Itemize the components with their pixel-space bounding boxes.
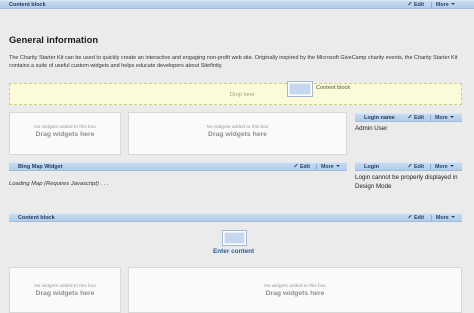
empty-zone-hint: No widgets added to this box (206, 125, 269, 130)
drop-here-label: Drop here (230, 92, 255, 98)
bing-map-loading-text: Loading Map (Requires Javascript) . . . (9, 181, 109, 187)
bing-map-edit-button[interactable]: Edit (294, 163, 310, 171)
edit-label: Edit (414, 164, 425, 170)
login-widget-header[interactable]: Login Edit More (355, 162, 462, 171)
more-label: More (436, 215, 449, 221)
login-name-more-button[interactable]: More (435, 114, 454, 122)
widget-thumbnail-icon (290, 84, 310, 94)
widget-drag-thumbnail[interactable] (287, 81, 313, 97)
content-block-bottom-more-button[interactable]: More (436, 214, 455, 222)
empty-widget-zone-center-2[interactable]: No widgets added to this box Drag widget… (128, 267, 462, 313)
content-block-top-header[interactable]: Content block Edit More (0, 0, 474, 9)
chevron-down-icon (449, 164, 454, 167)
toolbar-separator (430, 164, 431, 170)
toolbar-separator (431, 2, 432, 8)
login-name-edit-button[interactable]: Edit (408, 114, 424, 122)
pencil-icon (408, 214, 412, 219)
more-label: More (321, 164, 334, 170)
empty-zone-drag-text: Drag widgets here (35, 131, 95, 138)
content-block-placeholder-icon (222, 230, 247, 246)
edit-label: Edit (300, 164, 311, 170)
login-name-value: Admin User (355, 125, 388, 132)
content-block-icon (225, 233, 244, 243)
pencil-icon (294, 163, 298, 168)
pencil-icon (408, 1, 412, 6)
toolbar-separator (316, 164, 317, 170)
content-block-bottom-header[interactable]: Content block Edit More (9, 213, 462, 222)
general-info-heading: General information (9, 34, 99, 45)
bing-map-widget-header[interactable]: Bing Map Widget Edit More (9, 162, 347, 171)
bing-map-more-button[interactable]: More (321, 163, 340, 171)
empty-zone-hint: No widgets added to this box (34, 125, 96, 130)
drop-zone[interactable]: Drop here (9, 83, 462, 105)
chevron-down-icon (449, 115, 454, 118)
pencil-icon (408, 114, 412, 119)
empty-zone-drag-text: Drag widgets here (35, 290, 95, 297)
toolbar-separator (430, 115, 431, 121)
empty-widget-zone-left-1[interactable]: No widgets added to this box Drag widget… (9, 112, 121, 155)
more-label: More (435, 164, 448, 170)
content-block-bottom-title: Content block (18, 215, 55, 221)
content-block-top-more-button[interactable]: More (436, 1, 455, 9)
content-block-bottom-edit-button[interactable]: Edit (408, 214, 424, 222)
empty-zone-drag-text: Drag widgets here (265, 290, 325, 297)
empty-widget-zone-left-2[interactable]: No widgets added to this box Drag widget… (9, 267, 121, 313)
more-label: More (436, 2, 449, 8)
login-design-mode-message: Login cannot be properly displayed in De… (355, 174, 458, 190)
empty-widget-zone-center-1[interactable]: No widgets added to this box Drag widget… (128, 112, 347, 155)
general-info-text: The Charity Starter Kit can be used to q… (9, 55, 458, 69)
edit-label: Edit (414, 115, 425, 121)
dragging-widget-label: Content block (316, 85, 351, 91)
login-title: Login (364, 164, 379, 170)
bing-map-title: Bing Map Widget (18, 164, 63, 170)
login-name-title: Login name (364, 115, 395, 121)
empty-zone-drag-text: Drag widgets here (208, 131, 267, 138)
toolbar-separator (431, 215, 432, 221)
chevron-down-icon (335, 164, 340, 167)
login-edit-button[interactable]: Edit (408, 163, 424, 171)
content-block-top-title: Content block (9, 2, 46, 8)
more-label: More (435, 115, 448, 121)
chevron-down-icon (450, 2, 455, 5)
empty-zone-hint: No widgets added to this box (264, 284, 326, 289)
enter-content-link[interactable]: Enter content (213, 248, 254, 255)
pencil-icon (408, 163, 412, 168)
chevron-down-icon (450, 215, 455, 218)
login-more-button[interactable]: More (435, 163, 454, 171)
edit-label: Edit (414, 2, 425, 8)
edit-label: Edit (414, 215, 425, 221)
content-block-top-edit-button[interactable]: Edit (408, 1, 424, 9)
login-name-widget-header[interactable]: Login name Edit More (355, 113, 462, 122)
empty-zone-hint: No widgets added to this box (34, 284, 96, 289)
